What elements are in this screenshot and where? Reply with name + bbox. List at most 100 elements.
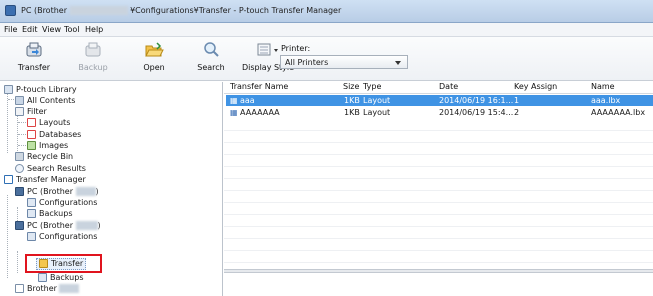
- cell-type: Layout: [363, 108, 391, 117]
- redacted-text: [59, 284, 80, 293]
- cell-size: 1KB: [344, 108, 360, 117]
- tree-item-layouts-label: Layouts: [39, 118, 71, 127]
- tree-item-all-contents[interactable]: All Contents: [15, 96, 75, 107]
- tree-item-filter-label: Filter: [27, 107, 47, 116]
- window-title-rest: ¥Configurations¥Transfer - P-touch Trans…: [130, 6, 342, 15]
- cell-transfer-name: aaa: [240, 96, 255, 105]
- recycle-bin-icon: [15, 152, 24, 161]
- cell-name: AAAAAAA.lbx: [591, 108, 646, 117]
- preview-pane: [224, 273, 653, 296]
- tree-item-pc-brother-2-paren: ): [97, 221, 101, 230]
- printer-icon: [15, 187, 24, 196]
- transfer-button[interactable]: Transfer: [16, 40, 52, 78]
- tree-item-transfer-manager-label: Transfer Manager: [16, 175, 86, 184]
- redacted-text: [69, 6, 128, 15]
- tree-item-search-results-label: Search Results: [27, 164, 86, 173]
- tree-item-configurations-2-label: Configurations: [39, 232, 98, 241]
- cell-date: 2014/06/19 15:4...: [439, 108, 514, 117]
- column-header-type[interactable]: Type: [363, 82, 381, 93]
- tree-item-brother-3[interactable]: Brother: [15, 284, 80, 295]
- transfer-icon: [26, 42, 42, 57]
- menu-file[interactable]: File: [4, 25, 17, 34]
- tree-item-layouts[interactable]: Layouts: [27, 118, 70, 129]
- backup-button[interactable]: Backup: [75, 40, 111, 78]
- backup-icon: [85, 42, 101, 57]
- menu-help[interactable]: Help: [85, 25, 103, 34]
- menu-tool[interactable]: Tool: [64, 25, 80, 34]
- tree-item-configurations-1[interactable]: Configurations: [27, 198, 97, 209]
- tree-item-pc-brother-1-label: PC (Brother: [27, 187, 73, 196]
- tree-item-configurations-1-label: Configurations: [39, 198, 98, 207]
- layout-icon: ▦: [230, 96, 238, 105]
- cell-name: aaa.lbx: [591, 96, 621, 105]
- open-button[interactable]: Open: [137, 40, 171, 78]
- transfer-manager-icon: [4, 175, 13, 184]
- column-header-date[interactable]: Date: [439, 82, 458, 93]
- tree-item-backups-1-label: Backups: [39, 209, 73, 218]
- tree-item-databases[interactable]: Databases: [27, 130, 81, 141]
- printer-select[interactable]: All Printers: [280, 55, 408, 69]
- tree-item-library[interactable]: P-touch Library: [4, 85, 77, 96]
- app-icon: [5, 5, 16, 16]
- backups-icon: [38, 273, 47, 282]
- redacted-text: [75, 221, 98, 230]
- folder-open-icon: [145, 42, 164, 57]
- window-title-start: PC (Brother: [21, 6, 67, 15]
- tree-item-pc-brother-1[interactable]: PC (Brother ): [15, 187, 99, 198]
- tree-item-filter[interactable]: Filter: [15, 107, 47, 118]
- tree-item-databases-label: Databases: [39, 130, 82, 139]
- cell-type: Layout: [363, 96, 391, 105]
- transfer-label: Transfer: [17, 63, 51, 72]
- menu-view[interactable]: View: [42, 25, 61, 34]
- transfer-list: Transfer Name Size Type Date Key Assign …: [224, 82, 653, 270]
- tree-item-search-results[interactable]: Search Results: [15, 164, 86, 175]
- tree-item-pc-brother-1-paren: ): [95, 187, 99, 196]
- table-row[interactable]: ▦ aaa 1KB Layout 2014/06/19 16:1... 1 aa…: [226, 95, 653, 106]
- filter-icon: [15, 107, 24, 116]
- tree-item-pc-brother-2-label: PC (Brother: [27, 221, 73, 230]
- column-header-name[interactable]: Name: [591, 82, 615, 93]
- tree-item-recycle-bin-label: Recycle Bin: [27, 152, 74, 161]
- table-row[interactable]: ▦ AAAAAAA 1KB Layout 2014/06/19 15:4... …: [226, 107, 653, 118]
- printer-icon: [15, 284, 24, 293]
- window-title: PC (Brother ¥Configurations¥Transfer - P…: [21, 6, 341, 15]
- tree-item-pc-brother-2[interactable]: PC (Brother ): [15, 221, 101, 232]
- search-button[interactable]: Search: [194, 40, 228, 78]
- configurations-icon: [27, 232, 36, 241]
- image-icon: [27, 141, 36, 150]
- menu-bar: File Edit View Tool Help: [0, 23, 653, 37]
- tree-item-brother-3-label: Brother: [27, 284, 57, 293]
- backups-icon: [27, 209, 36, 218]
- configurations-icon: [27, 198, 36, 207]
- tree-item-backups-2[interactable]: Backups: [38, 273, 84, 282]
- column-header-size[interactable]: Size: [343, 82, 359, 93]
- title-bar: PC (Brother ¥Configurations¥Transfer - P…: [0, 0, 653, 23]
- menu-edit[interactable]: Edit: [22, 25, 38, 34]
- column-header-key-assign[interactable]: Key Assign: [514, 82, 557, 93]
- cell-date: 2014/06/19 16:1...: [439, 96, 514, 105]
- chevron-down-icon: [395, 61, 401, 65]
- search-icon: [204, 42, 219, 57]
- tree-item-backups-2-label: Backups: [50, 273, 84, 282]
- all-contents-icon: [15, 96, 24, 105]
- search-label: Search: [197, 63, 225, 72]
- tree-item-images[interactable]: Images: [27, 141, 68, 152]
- cell-size: 1KB: [344, 96, 360, 105]
- open-label: Open: [143, 63, 165, 72]
- tree-item-library-label: P-touch Library: [16, 85, 77, 94]
- column-header-transfer-name[interactable]: Transfer Name: [230, 82, 288, 93]
- tree-item-backups-1[interactable]: Backups: [27, 209, 73, 220]
- layout-icon: ▦: [230, 108, 238, 117]
- redacted-text: [75, 187, 96, 196]
- cell-key-assign: 2: [514, 108, 520, 117]
- database-icon: [27, 130, 36, 139]
- layout-icon: [27, 118, 36, 127]
- printer-icon: [15, 221, 24, 230]
- tree-item-transfer-manager[interactable]: Transfer Manager: [4, 175, 86, 186]
- highlight-box: [25, 254, 102, 273]
- tree-item-all-contents-label: All Contents: [27, 96, 76, 105]
- library-icon: [4, 85, 13, 94]
- tree-item-recycle-bin[interactable]: Recycle Bin: [15, 152, 73, 163]
- tree-item-configurations-2[interactable]: Configurations: [27, 232, 97, 243]
- search-results-icon: [15, 164, 24, 173]
